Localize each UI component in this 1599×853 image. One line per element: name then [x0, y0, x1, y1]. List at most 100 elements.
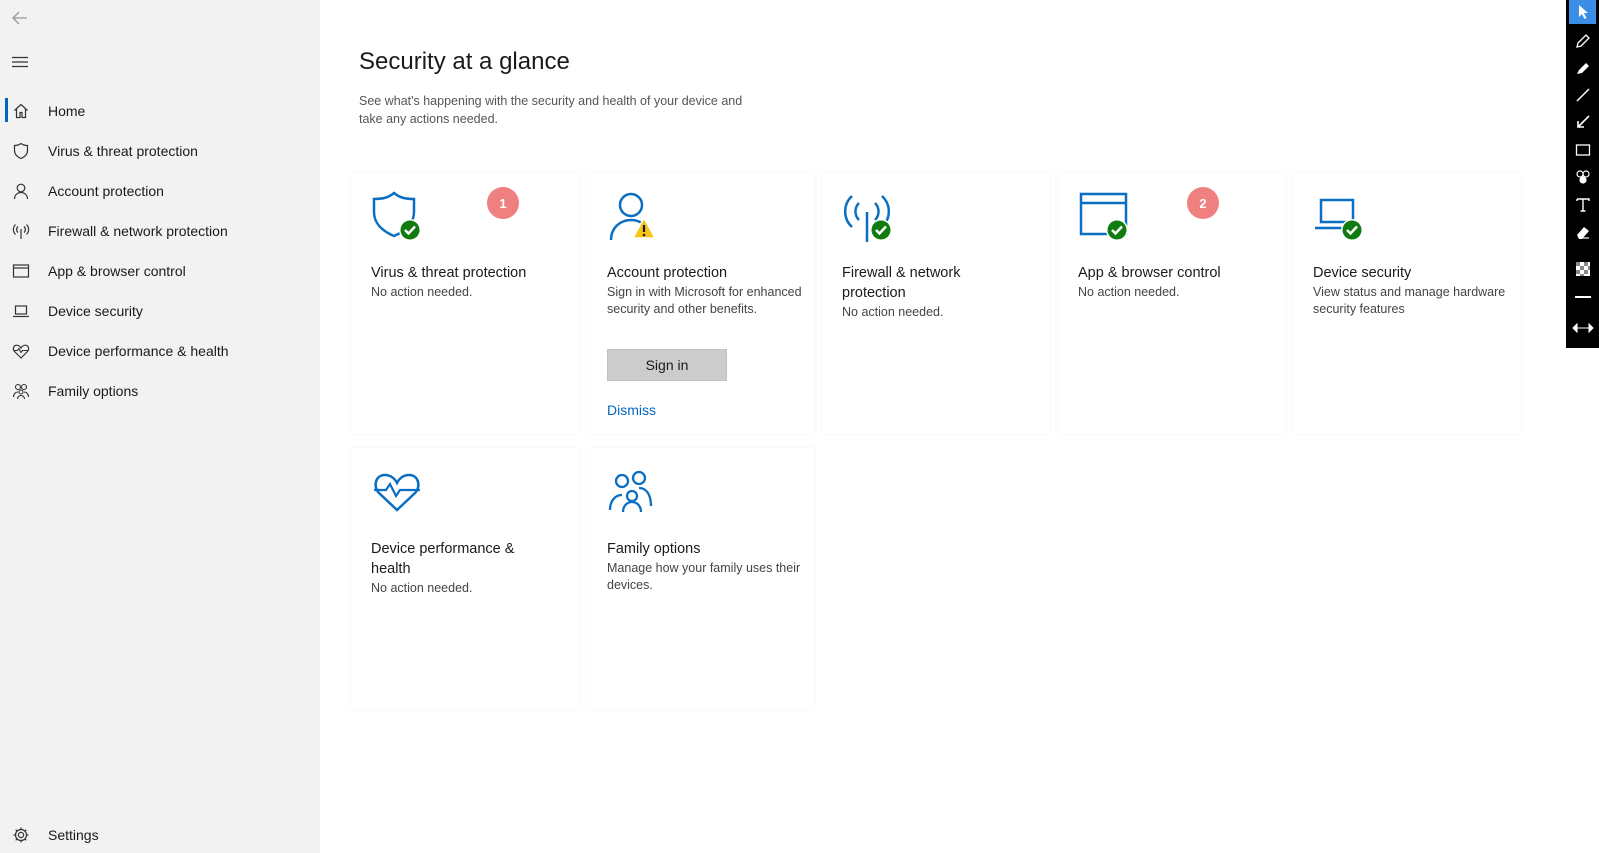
card-status: No action needed.	[371, 581, 473, 595]
card-firewall[interactable]: Firewall & network protection No action …	[822, 172, 1050, 434]
effects-icon	[1575, 170, 1590, 184]
antenna-check-icon	[842, 190, 896, 244]
line-width-tool[interactable]	[1569, 285, 1596, 309]
sidebar-item-label: Family options	[48, 383, 139, 399]
card-title-text: App & browser control	[1078, 265, 1221, 281]
card-app-browser[interactable]: 2 App & browser control No action needed…	[1058, 172, 1286, 434]
pointer-icon	[1578, 5, 1588, 19]
settings-label: Settings	[48, 827, 99, 843]
card-status: No action needed.	[842, 305, 944, 319]
arrow-tool[interactable]	[1569, 110, 1596, 134]
home-icon	[11, 101, 31, 121]
card-status: Sign in with Microsoft for enhanced secu…	[607, 285, 802, 316]
card-title-text: Device performance & health	[371, 541, 515, 577]
shield-check-icon	[371, 190, 425, 244]
card-account-protection[interactable]: Account protection Sign in with Microsof…	[587, 172, 815, 434]
family-icon	[11, 381, 31, 401]
person-icon	[11, 181, 31, 201]
opacity-icon	[1575, 262, 1590, 276]
notification-badge: 2	[1187, 187, 1219, 219]
sign-in-button[interactable]: Sign in	[607, 349, 727, 381]
back-arrow-icon	[12, 11, 27, 25]
sidebar-item-home[interactable]: Home	[0, 91, 320, 131]
sidebar-item-app-browser[interactable]: App & browser control	[0, 251, 320, 291]
highlighter-icon	[1576, 63, 1589, 74]
pointer-tool[interactable]	[1569, 0, 1596, 24]
card-title: Device security View status and manage h…	[1313, 263, 1508, 318]
card-virus-threat[interactable]: 1 Virus & threat protection No action ne…	[351, 172, 579, 434]
card-status: View status and manage hardware security…	[1313, 285, 1506, 316]
sidebar-item-label: Device security	[48, 303, 143, 319]
antenna-icon	[11, 221, 31, 241]
sidebar-item-label: Account protection	[48, 183, 164, 199]
browser-check-icon	[1078, 190, 1132, 244]
page-title: Security at a glance	[359, 48, 570, 75]
gear-icon	[11, 825, 31, 845]
card-title: Account protection Sign in with Microsof…	[607, 263, 802, 318]
card-title: Device performance & health No action ne…	[371, 539, 566, 597]
opacity-tool[interactable]	[1569, 257, 1596, 281]
pen-icon	[1575, 34, 1590, 48]
menu-button[interactable]	[8, 50, 32, 74]
sidebar-item-device-security[interactable]: Device security	[0, 291, 320, 331]
family-icon	[607, 466, 661, 520]
sidebar-item-settings[interactable]: Settings	[0, 819, 320, 851]
arrow-icon	[1576, 115, 1590, 128]
text-tool[interactable]	[1569, 193, 1596, 217]
card-title: Family options Manage how your family us…	[607, 539, 802, 594]
line-tool[interactable]	[1569, 83, 1596, 107]
rectangle-tool[interactable]	[1569, 138, 1596, 162]
browser-window-icon	[11, 261, 31, 281]
annotation-toolbar	[1566, 0, 1599, 348]
highlighter-tool[interactable]	[1569, 56, 1596, 80]
eraser-tool[interactable]	[1569, 220, 1596, 244]
card-title-text: Family options	[607, 541, 701, 557]
eraser-icon	[1576, 227, 1589, 239]
card-status: No action needed.	[371, 285, 473, 299]
card-title: App & browser control No action needed.	[1078, 263, 1273, 301]
card-family-options[interactable]: Family options Manage how your family us…	[587, 448, 815, 710]
person-warning-icon	[607, 190, 661, 244]
hamburger-icon	[12, 56, 28, 68]
notification-badge: 1	[487, 187, 519, 219]
sidebar-item-label: App & browser control	[48, 263, 186, 279]
effects-tool[interactable]	[1569, 165, 1596, 189]
dismiss-link[interactable]: Dismiss	[607, 402, 656, 418]
card-title-text: Account protection	[607, 265, 728, 281]
laptop-icon	[11, 301, 31, 321]
sidebar-item-family[interactable]: Family options	[0, 371, 320, 411]
sidebar-nav: Home Virus & threat protection Account p…	[0, 91, 320, 411]
heart-pulse-icon	[11, 341, 31, 361]
sidebar-item-label: Home	[48, 103, 86, 119]
sidebar-item-firewall[interactable]: Firewall & network protection	[0, 211, 320, 251]
card-status: Manage how your family uses their device…	[607, 561, 801, 592]
expand-arrows-icon	[1571, 322, 1594, 334]
card-title: Firewall & network protection No action …	[842, 263, 1037, 321]
sidebar-item-label: Virus & threat protection	[48, 143, 198, 159]
card-title-text: Firewall & network protection	[842, 265, 961, 301]
line-icon	[1575, 88, 1590, 102]
back-button[interactable]	[8, 6, 32, 30]
card-title: Virus & threat protection No action need…	[371, 263, 566, 301]
main-content: Security at a glance See what's happenin…	[320, 0, 1566, 853]
expand-tool[interactable]	[1569, 316, 1596, 340]
sidebar-item-device-performance[interactable]: Device performance & health	[0, 331, 320, 371]
page-description: See what's happening with the security a…	[359, 94, 743, 126]
sidebar-item-virus-threat[interactable]: Virus & threat protection	[0, 131, 320, 171]
line-width-icon	[1574, 296, 1591, 298]
sidebar-item-label: Device performance & health	[48, 343, 229, 359]
text-icon	[1575, 198, 1590, 212]
card-device-performance[interactable]: Device performance & health No action ne…	[351, 448, 579, 710]
card-title-text: Virus & threat protection	[371, 265, 527, 281]
card-status: No action needed.	[1078, 285, 1180, 299]
card-title-text: Device security	[1313, 265, 1412, 281]
sidebar: Home Virus & threat protection Account p…	[0, 0, 320, 853]
shield-icon	[11, 141, 31, 161]
sidebar-item-label: Firewall & network protection	[48, 223, 228, 239]
heart-pulse-icon	[371, 466, 425, 520]
laptop-check-icon	[1313, 190, 1367, 244]
rectangle-icon	[1575, 144, 1590, 156]
sidebar-item-account[interactable]: Account protection	[0, 171, 320, 211]
card-device-security[interactable]: Device security View status and manage h…	[1293, 172, 1521, 434]
pen-tool[interactable]	[1569, 29, 1596, 53]
